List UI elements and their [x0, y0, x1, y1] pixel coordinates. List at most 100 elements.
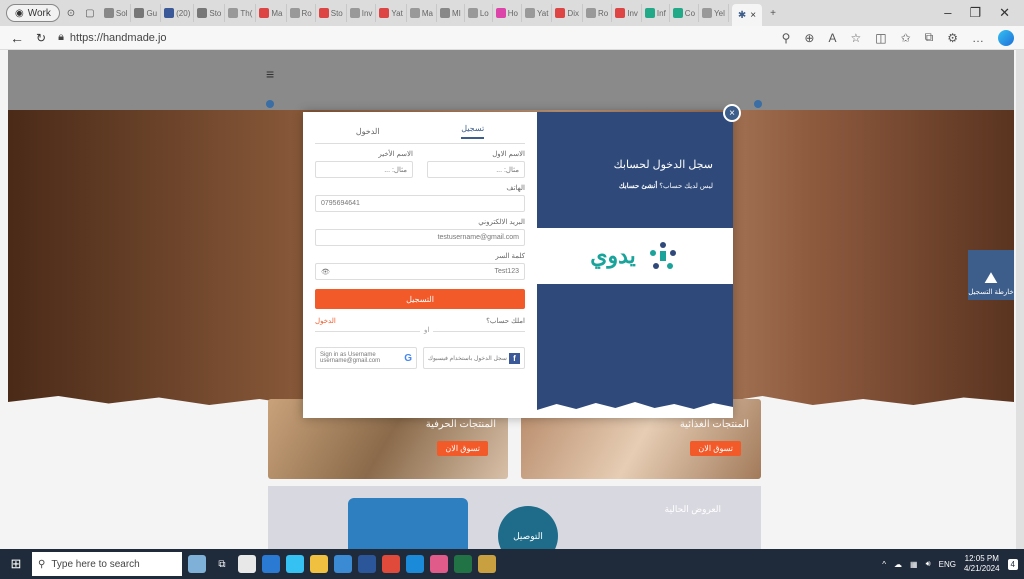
browser-tab[interactable]: Ma [407, 4, 437, 22]
profile-icon: ◉ [15, 7, 24, 19]
browser-tab[interactable]: Yat [376, 4, 407, 22]
chrome-app-icon[interactable] [382, 555, 400, 573]
folder-app-icon[interactable] [478, 555, 496, 573]
copilot-icon[interactable] [998, 29, 1014, 46]
browser-tab[interactable]: Sto [316, 4, 347, 22]
password-field[interactable]: Test123 👁 [315, 263, 525, 280]
edge-app-icon[interactable] [286, 555, 304, 573]
browser-tab[interactable]: Lo [465, 4, 493, 22]
tab-close-icon[interactable]: × [750, 10, 756, 21]
workspaces-icon[interactable]: ⊙ [63, 5, 79, 21]
back-icon[interactable]: ← [10, 30, 24, 46]
favorite-star-icon[interactable]: ☆ [850, 31, 861, 45]
widget-app-icon[interactable] [188, 555, 206, 573]
browser-tab[interactable]: Inv [612, 4, 642, 22]
restore-icon[interactable]: ❐ [969, 5, 981, 21]
tab-register[interactable]: تسجيل [461, 124, 485, 139]
google-login-button[interactable]: G Sign in as Username username@gmail.com [315, 347, 417, 369]
first-name-field[interactable]: مثال: ... [427, 161, 525, 178]
browser-tab[interactable]: Sto [194, 4, 226, 22]
task-view-icon[interactable]: ⧉ [212, 554, 232, 574]
search-icon: ⚲ [38, 558, 46, 570]
browser-tab[interactable]: Ma [256, 4, 287, 22]
notepad-app-icon[interactable] [238, 555, 256, 573]
google-account-email: username@gmail.com [320, 358, 381, 364]
browser-tab[interactable]: Yat [522, 4, 553, 22]
collections-icon[interactable]: ⧉ [925, 30, 934, 45]
language-indicator[interactable]: ENG [939, 560, 956, 569]
last-name-label: الاسم الأخير [378, 151, 413, 158]
onedrive-icon[interactable]: ☁ [894, 560, 902, 569]
offers-banner[interactable]: التوصيل العروض الحالية [268, 486, 761, 549]
side-widget-icon: ⛰ [984, 270, 998, 287]
windows-start-icon[interactable]: ⊞ [6, 554, 26, 574]
read-aloud-icon[interactable]: A [828, 31, 836, 45]
browser-tab[interactable]: Dix [552, 4, 583, 22]
tab-label: Dix [567, 8, 579, 18]
split-screen-icon[interactable]: ◫ [875, 31, 886, 45]
phone-field[interactable]: 0795694641 [315, 195, 525, 212]
extensions-icon[interactable]: ⚙ [947, 31, 958, 45]
tab-favicon-icon [379, 8, 390, 18]
key-icon[interactable]: ⚲ [782, 31, 791, 45]
or-divider: او [315, 326, 525, 341]
store-app-icon[interactable] [262, 555, 280, 573]
create-account-link[interactable]: أنشئ حسابك [619, 183, 657, 190]
side-widget[interactable]: ⛰ خارطة التسجيل [968, 250, 1014, 300]
browser-tab[interactable]: Co [670, 4, 700, 22]
mail-app-icon[interactable] [406, 555, 424, 573]
refresh-icon[interactable]: ↻ [36, 31, 46, 45]
browser-tab[interactable]: Ro [287, 4, 316, 22]
last-name-field[interactable]: مثال: ... [315, 161, 413, 178]
login-link[interactable]: الدخول [315, 317, 336, 325]
browser-tab[interactable]: Sol [101, 4, 132, 22]
tab-label: Sto [209, 8, 222, 18]
tab-actions-icon[interactable]: ▢ [82, 5, 98, 21]
browser-tab[interactable]: Th( [225, 4, 257, 22]
clock[interactable]: 12:05 PM 4/21/2024 [964, 554, 1000, 574]
close-window-icon[interactable]: ✕ [999, 5, 1010, 21]
modal-close-icon[interactable]: × [723, 104, 741, 122]
notification-icon[interactable]: 4 [1007, 558, 1018, 570]
register-submit-button[interactable]: التسجيل [315, 289, 525, 309]
tab-login[interactable]: الدخول [356, 127, 380, 136]
volume-icon[interactable]: 🔊︎ [926, 559, 931, 569]
shop-now-button[interactable]: تسوق الان [437, 441, 488, 456]
tab-label: Gu [146, 8, 158, 18]
browser-tab[interactable]: Yel [699, 4, 729, 22]
word-app-icon[interactable] [358, 555, 376, 573]
url-field[interactable]: 🔒︎ https://handmade.jo [58, 31, 166, 44]
active-tab[interactable]: ✱ × [731, 4, 763, 26]
hamburger-menu-icon[interactable]: ≡ [266, 66, 274, 82]
show-password-eye-icon[interactable]: 👁 [321, 268, 330, 276]
tab-favicon-icon [349, 8, 360, 18]
new-tab-icon[interactable]: + [765, 5, 781, 21]
tray-chevron-icon[interactable]: ^ [882, 560, 886, 569]
blue-app-icon[interactable] [334, 555, 352, 573]
browser-tab[interactable]: MI [437, 4, 465, 22]
browser-tab[interactable]: Inv [347, 4, 377, 22]
email-field[interactable]: testusername@gmail.com [315, 229, 525, 246]
taskbar-search[interactable]: ⚲ Type here to search [32, 552, 182, 576]
tab-label: Inv [627, 8, 638, 18]
modal-tabs: تسجيل الدخول [315, 120, 525, 144]
browser-tab[interactable]: Gu [131, 4, 162, 22]
photos-app-icon[interactable] [430, 555, 448, 573]
zoom-icon[interactable]: ⊕ [804, 31, 814, 45]
browser-tab[interactable]: (20) [161, 4, 195, 22]
shop-now-button[interactable]: تسوق الان [690, 441, 741, 456]
minimize-icon[interactable]: – [944, 5, 951, 21]
profile-button[interactable]: ◉ Work [6, 4, 60, 22]
browser-tab[interactable]: Ro [583, 4, 613, 22]
network-icon[interactable]: ▦ [910, 560, 918, 569]
file-explorer-app-icon[interactable] [310, 555, 328, 573]
tab-label: Ro [597, 8, 609, 18]
excel-app-icon[interactable] [454, 555, 472, 573]
browser-tab[interactable]: Inf [642, 4, 670, 22]
more-icon[interactable]: … [972, 31, 984, 45]
tab-favicon-icon [228, 8, 239, 18]
page-scrollbar[interactable] [1016, 50, 1024, 549]
browser-tab[interactable]: Ho [493, 4, 522, 22]
facebook-login-button[interactable]: f سجل الدخول باستخدام فيسبوك [423, 347, 525, 369]
favorites-icon[interactable]: ✩ [901, 31, 911, 45]
